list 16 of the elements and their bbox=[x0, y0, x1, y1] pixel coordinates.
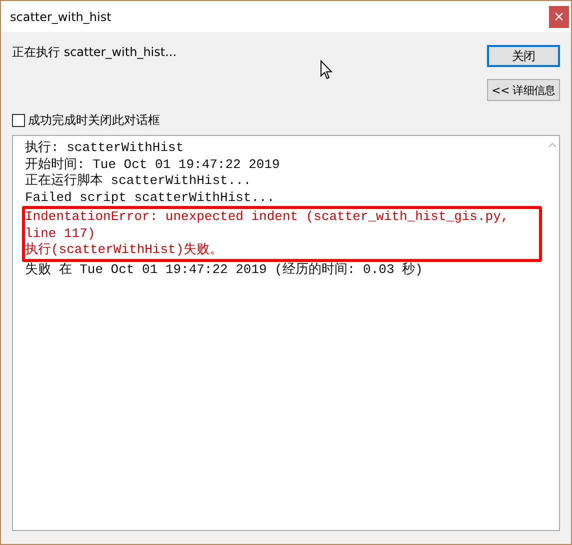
window-title: scatter_with_hist bbox=[10, 10, 112, 24]
status-text: 正在执行 scatter_with_hist... bbox=[12, 44, 178, 61]
log-line: Failed script scatterWithHist... bbox=[25, 190, 276, 206]
log-line: 执行(scatterWithHist)失败。 bbox=[25, 242, 224, 258]
log-line: 失败 在 Tue Oct 01 19:47:22 2019 (经历的时间: 0.03 秒) bbox=[25, 262, 424, 278]
log-line: IndentationError: unexpected indent (scatter_with_hist_gis.py, line 117) bbox=[25, 209, 510, 242]
close-on-success-checkbox[interactable] bbox=[12, 114, 25, 127]
mouse-pointer-icon bbox=[320, 60, 333, 80]
log-line: 开始时间: Tue Oct 01 19:47:22 2019 bbox=[25, 156, 281, 173]
log-line: 执行: scatterWithHist bbox=[25, 140, 185, 156]
scroll-up-icon[interactable] bbox=[548, 142, 556, 148]
checkbox-label: 成功完成时关闭此对话框 bbox=[28, 112, 160, 129]
log-line: 正在运行脚本 scatterWithHist... bbox=[25, 173, 252, 190]
dialog-button[interactable]: 关闭 bbox=[487, 45, 560, 67]
close-button[interactable]: × bbox=[549, 6, 569, 28]
dialog-button[interactable]: << 详细信息 bbox=[487, 79, 560, 101]
